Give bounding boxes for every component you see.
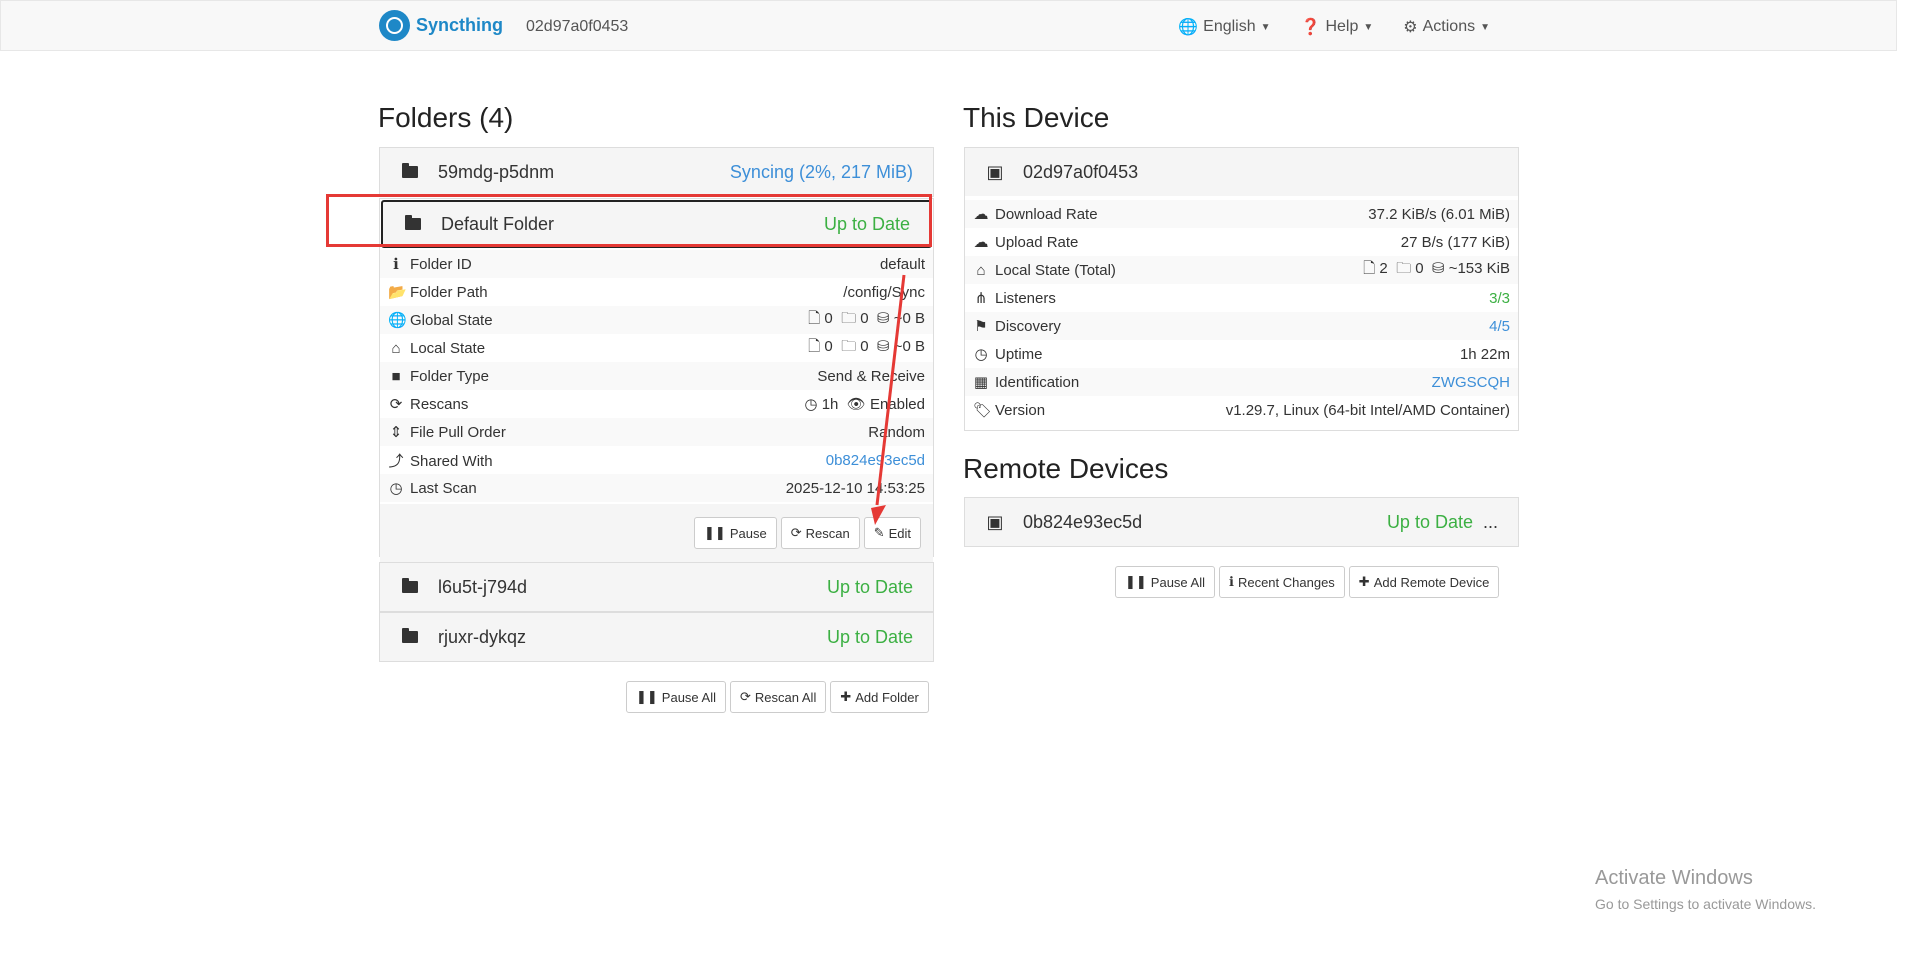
watermark-line1: Activate Windows: [1595, 867, 1753, 889]
watermark-line2: Go to Settings to activate Windows.: [1595, 896, 1816, 912]
annotation-arrow: [871, 274, 906, 525]
windows-watermark: Activate Windows Go to Settings to activ…: [1595, 867, 1816, 912]
